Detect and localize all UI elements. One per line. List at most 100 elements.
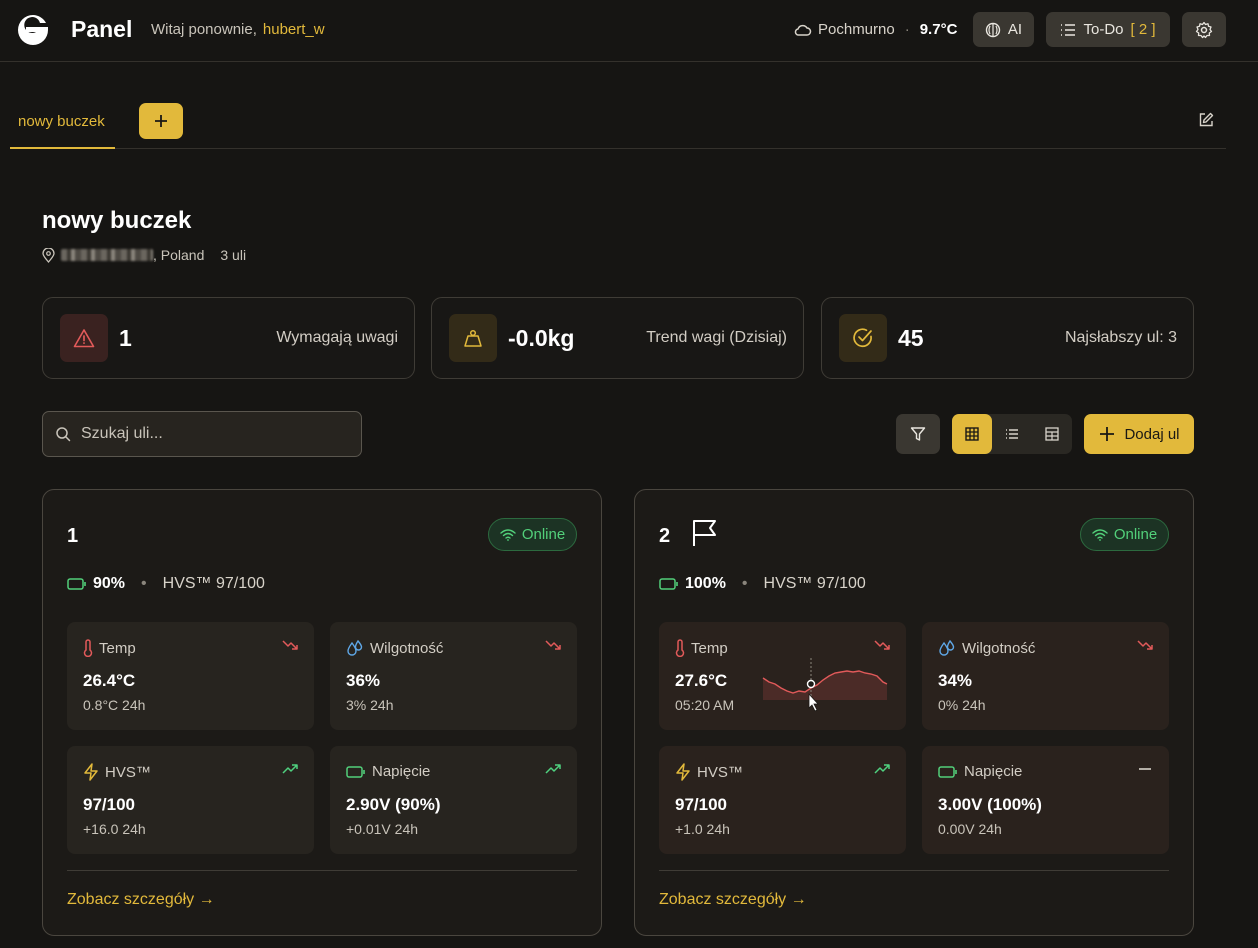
apiary-title: nowy buczek <box>42 207 192 234</box>
welcome-text: Witaj ponownie, <box>151 21 257 38</box>
metric-change: 3% 24h <box>346 697 394 713</box>
gear-icon <box>1195 21 1213 38</box>
welcome-message: Witaj ponownie, hubert_w <box>151 21 325 38</box>
view-toggle-group <box>952 414 1072 454</box>
add-tab-button[interactable] <box>139 103 183 139</box>
todo-label: To-Do <box>1083 21 1124 38</box>
ai-button[interactable]: AI <box>973 12 1034 47</box>
ai-label: AI <box>1007 21 1023 38</box>
battery-icon <box>938 765 957 778</box>
app-logo-icon[interactable] <box>16 13 50 47</box>
todo-count-badge: [ 2 ] <box>1130 21 1156 38</box>
search-input[interactable] <box>81 425 341 443</box>
stat-card-weight: -0.0kg Trend wagi (Dzisiaj) <box>431 297 804 379</box>
trend-down-icon <box>1137 640 1153 650</box>
lightning-icon <box>676 763 690 781</box>
hive-number: 1 <box>67 525 79 547</box>
stat-value: 45 <box>898 325 924 351</box>
table-icon <box>1045 427 1059 441</box>
plus-icon <box>1100 427 1115 441</box>
metric-title: Napięcie <box>938 763 1022 780</box>
temperature-sparkline[interactable] <box>761 658 889 714</box>
stat-card-attention: 1 Wymagają uwagi <box>42 297 415 379</box>
metric-label: HVS™ <box>697 763 743 781</box>
metric-value: 3.00V (100%) <box>938 795 1042 814</box>
weight-icon-box <box>449 314 497 362</box>
wifi-icon <box>500 528 516 541</box>
add-hive-button[interactable]: Dodaj ul <box>1084 414 1194 454</box>
metric-value: 97/100 <box>83 795 135 814</box>
separator-dot: • <box>741 575 748 592</box>
metric-timestamp: 05:20 AM <box>675 697 735 713</box>
settings-button[interactable] <box>1182 12 1226 47</box>
metric-change: +0.01V 24h <box>346 821 419 837</box>
wifi-icon <box>1092 528 1108 541</box>
metric-title: Temp <box>675 639 728 657</box>
filter-button[interactable] <box>896 414 940 454</box>
username: hubert_w <box>262 21 325 38</box>
stat-value: -0.0kg <box>508 325 575 351</box>
grid-view-button[interactable] <box>952 414 992 454</box>
metric-humidity[interactable]: Wilgotność 34% 0% 24h <box>922 622 1169 730</box>
status-label: Online <box>521 526 566 543</box>
search-box <box>42 411 362 457</box>
droplets-icon <box>347 639 363 656</box>
battery-icon <box>346 765 365 778</box>
hive-card[interactable]: 2 Online 100% • HVS™ 97/100 Temp 27.6°C … <box>634 489 1194 936</box>
metric-value: 97/100 <box>675 795 727 814</box>
details-link[interactable]: Zobacz szczegóły → <box>67 891 215 909</box>
brain-icon <box>985 22 1001 37</box>
metric-hvs[interactable]: HVS™ 97/100 +16.0 24h <box>67 746 314 854</box>
map-pin-icon <box>42 247 55 263</box>
hvs-score: HVS™ 97/100 <box>162 575 265 592</box>
metric-value: 34% <box>938 671 973 690</box>
metric-title: Wilgotność <box>938 639 1035 657</box>
redacted-city <box>61 249 153 261</box>
stat-value: 1 <box>119 325 132 351</box>
status-badge: Online <box>488 518 577 551</box>
edit-icon[interactable] <box>1198 112 1214 128</box>
thermometer-icon <box>675 639 685 657</box>
lightning-icon <box>84 763 98 781</box>
list-view-button[interactable] <box>992 414 1032 454</box>
battery-row: 100% • HVS™ 97/100 <box>659 575 866 593</box>
table-view-button[interactable] <box>1032 414 1072 454</box>
metric-label: Temp <box>99 639 136 657</box>
hive-number: 2 <box>659 525 671 547</box>
tab-nowy-buczek[interactable]: nowy buczek <box>10 100 115 149</box>
list-icon <box>1061 23 1076 36</box>
metric-temp[interactable]: Temp 26.4°C 0.8°C 24h <box>67 622 314 730</box>
thermometer-icon <box>83 639 93 657</box>
hvs-score: HVS™ 97/100 <box>763 575 866 592</box>
metric-title: Napięcie <box>346 763 430 780</box>
warning-icon-box <box>60 314 108 362</box>
metric-change: 0% 24h <box>938 697 986 713</box>
trend-up-icon <box>874 764 890 774</box>
plus-icon <box>155 115 167 127</box>
status-badge: Online <box>1080 518 1169 551</box>
stat-label: Najsłabszy ul: 3 <box>1064 329 1177 346</box>
battery-icon <box>659 578 678 590</box>
details-link[interactable]: Zobacz szczegóły → <box>659 891 807 909</box>
metric-change: +16.0 24h <box>83 821 146 837</box>
flag-icon[interactable] <box>691 518 719 548</box>
trend-up-icon <box>282 764 298 774</box>
weather-separator: · <box>904 21 910 38</box>
metric-label: HVS™ <box>105 763 151 781</box>
metric-hvs[interactable]: HVS™ 97/100 +1.0 24h <box>659 746 906 854</box>
metric-humidity[interactable]: Wilgotność 36% 3% 24h <box>330 622 577 730</box>
metric-voltage[interactable]: Napięcie 2.90V (90%) +0.01V 24h <box>330 746 577 854</box>
trend-up-icon <box>545 764 561 774</box>
battery-icon <box>67 578 86 590</box>
metric-temp[interactable]: Temp 27.6°C 05:20 AM <box>659 622 906 730</box>
droplets-icon <box>939 639 955 656</box>
stat-label: Trend wagi (Dzisiaj) <box>646 329 787 346</box>
cloud-icon <box>794 24 812 36</box>
stat-card-weakest: 45 Najsłabszy ul: 3 <box>821 297 1194 379</box>
metric-change: +1.0 24h <box>675 821 730 837</box>
metric-voltage[interactable]: Napięcie 3.00V (100%) 0.00V 24h <box>922 746 1169 854</box>
list-icon <box>1006 429 1018 439</box>
hive-card[interactable]: 1 Online 90% • HVS™ 97/100 Temp 26.4°C 0… <box>42 489 602 936</box>
top-bar: Panel Witaj ponownie, hubert_w Pochmurno … <box>0 0 1258 62</box>
todo-button[interactable]: To-Do [ 2 ] <box>1046 12 1170 47</box>
